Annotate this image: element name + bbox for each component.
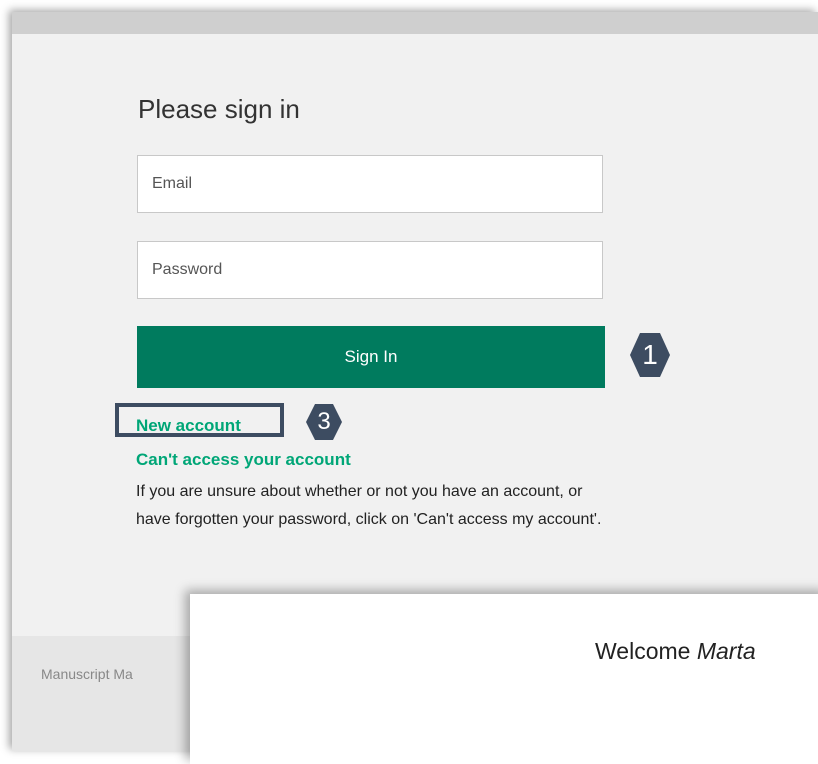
top-bar bbox=[12, 12, 818, 34]
page-title: Please sign in bbox=[138, 94, 300, 124]
cant-access-link[interactable]: Can't access your account bbox=[136, 450, 351, 470]
welcome-overlay-window bbox=[190, 594, 818, 764]
welcome-prefix: Welcome bbox=[595, 638, 691, 664]
step-badge-1: 1 bbox=[630, 333, 670, 377]
password-field[interactable] bbox=[137, 241, 603, 299]
sign-in-button[interactable]: Sign In bbox=[137, 326, 605, 388]
welcome-user-name: Marta bbox=[696, 638, 756, 664]
step-badge-3: 3 bbox=[306, 404, 342, 440]
help-text: If you are unsure about whether or not y… bbox=[136, 483, 602, 528]
new-account-link[interactable]: New account bbox=[136, 416, 241, 436]
email-field[interactable] bbox=[137, 155, 603, 213]
welcome-message: Welcome Marta bbox=[595, 638, 756, 665]
footer-text: Manuscript Ma bbox=[41, 666, 133, 682]
